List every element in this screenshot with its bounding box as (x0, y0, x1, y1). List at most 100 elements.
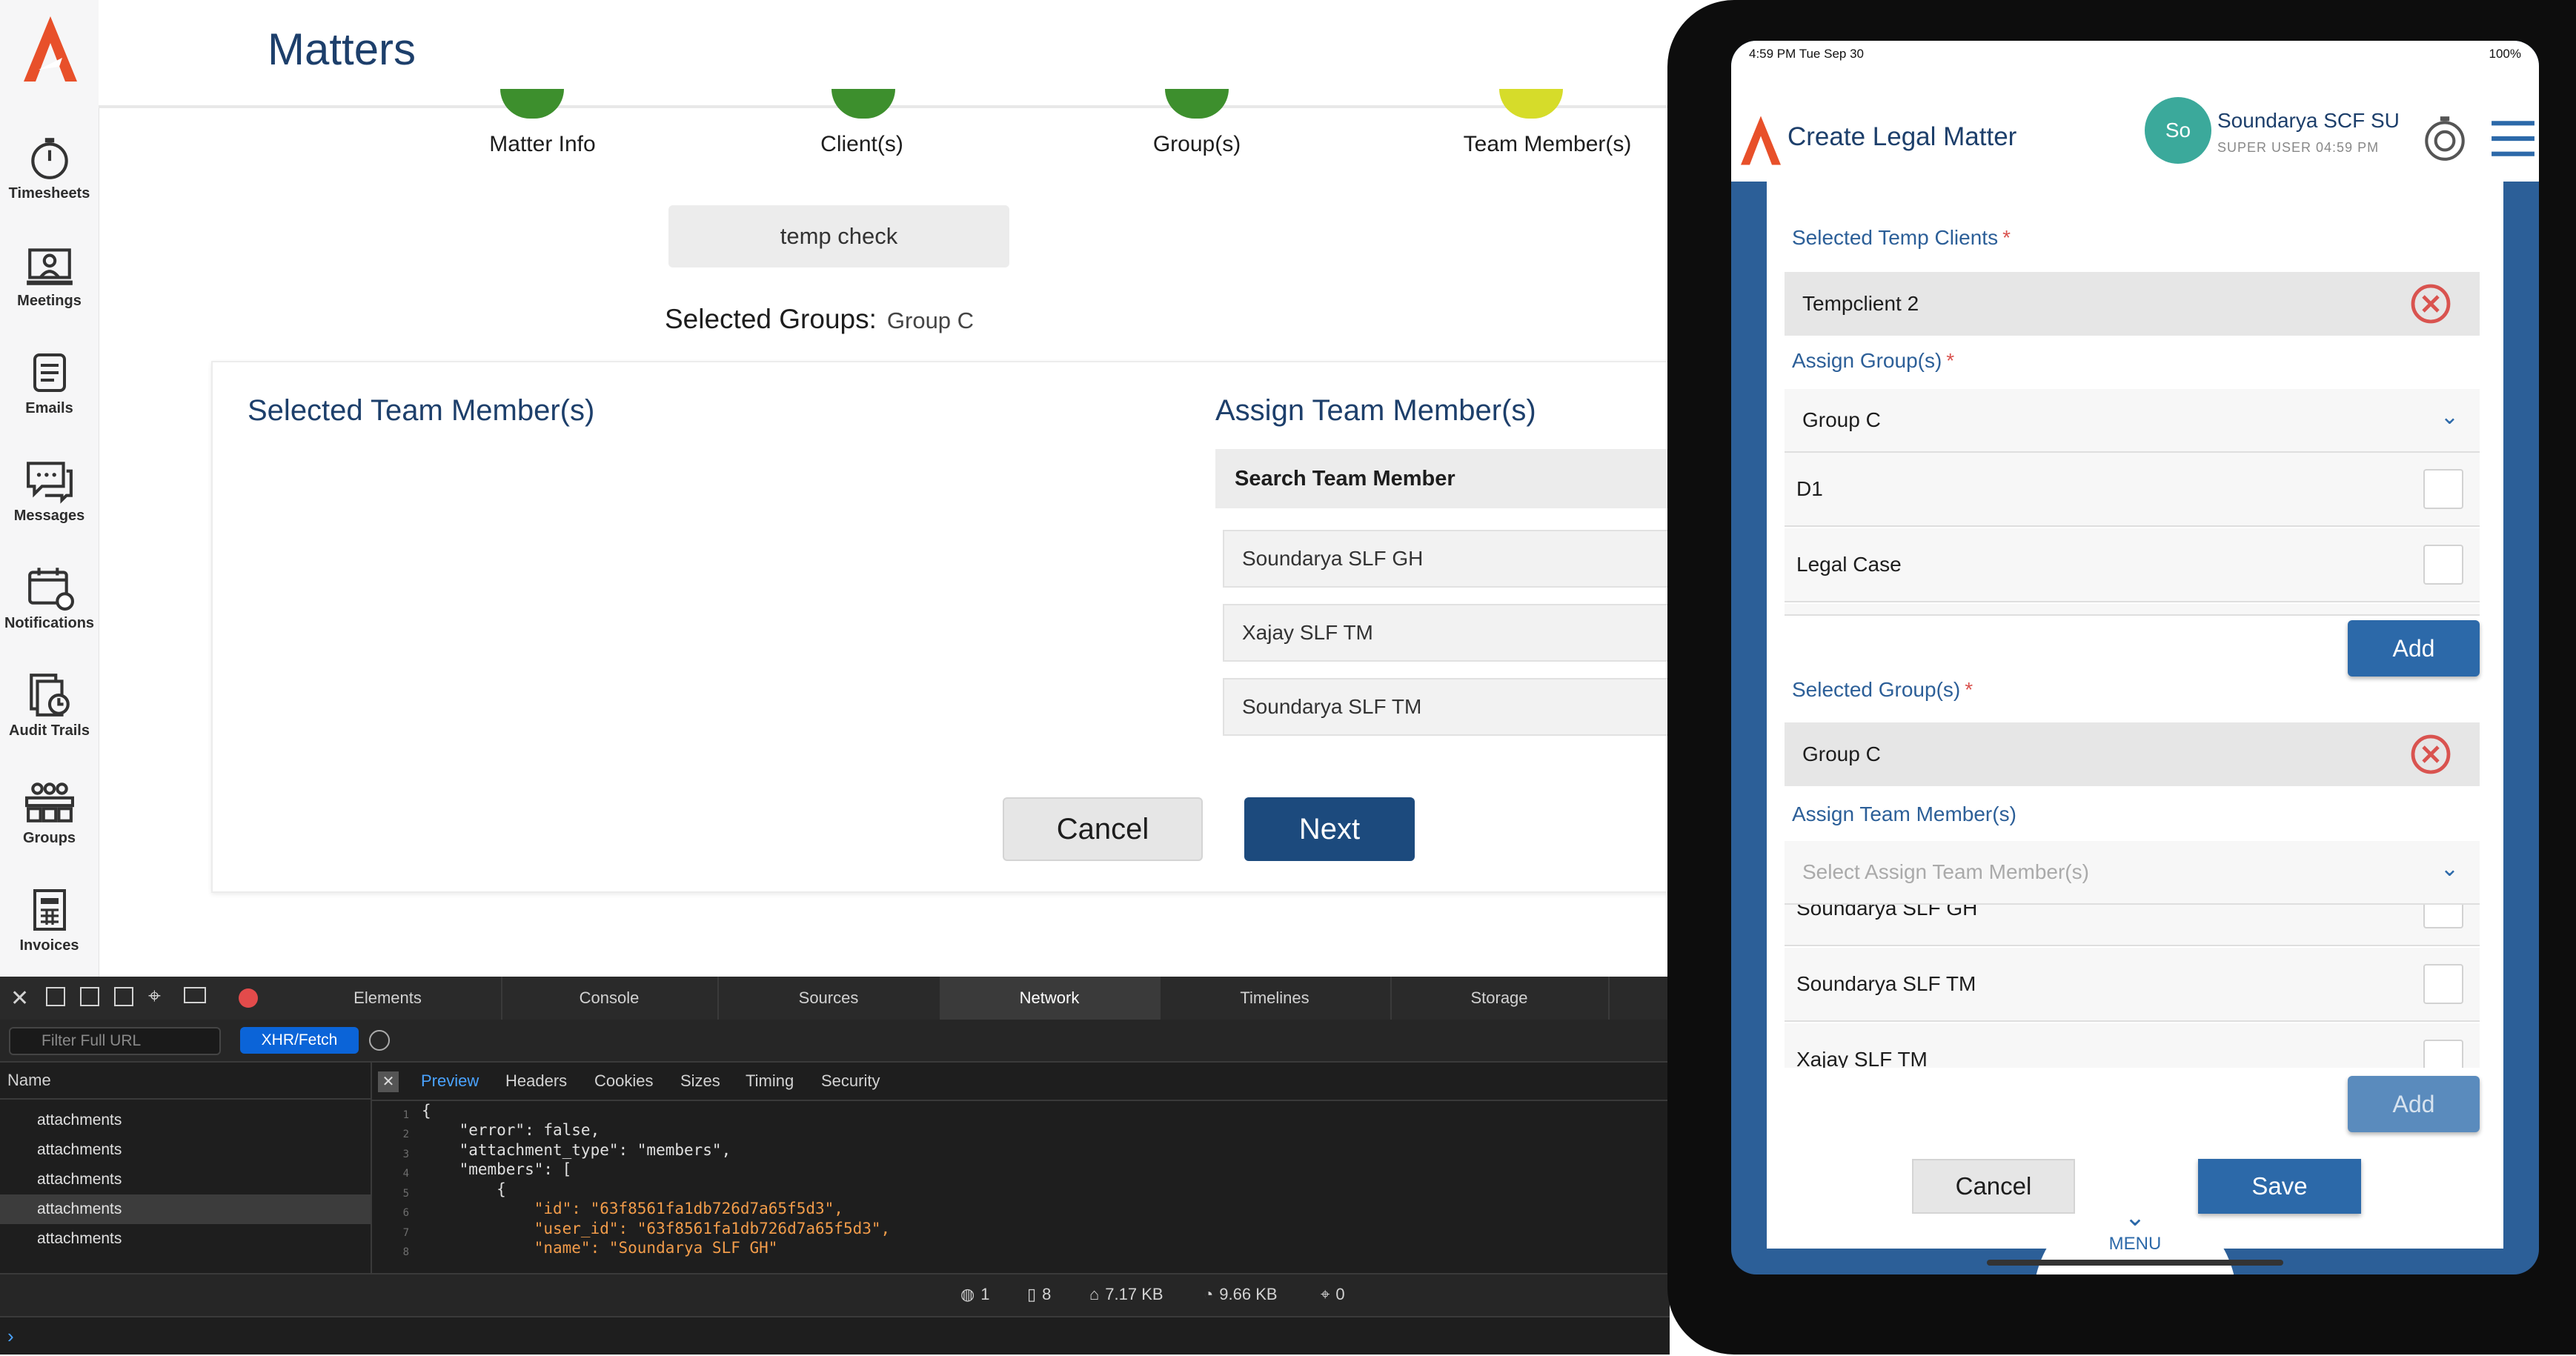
request-row[interactable]: attachments (0, 1106, 371, 1135)
team-dropdown[interactable]: Select Assign Team Member(s) ⌄ (1785, 841, 2480, 905)
team-option[interactable]: Xajay SLF TM (1785, 1023, 2480, 1068)
crosshair-icon[interactable]: ⌖ (148, 984, 161, 1009)
app-logo[interactable] (21, 13, 80, 87)
sidebar-item-label: Meetings (17, 293, 82, 309)
sidebar-item-label: Groups (22, 830, 76, 846)
selected-temp-clients-label: Selected Temp Clients * (1792, 226, 2011, 249)
home-indicator (1987, 1260, 2283, 1266)
team-member-option[interactable]: Soundarya SLF GH (1223, 530, 1675, 588)
tab-sources[interactable]: Sources (717, 977, 941, 1020)
checkbox[interactable] (2423, 469, 2463, 509)
sidebar-item-timesheets[interactable]: Timesheets (0, 133, 99, 202)
assign-groups-label: Assign Group(s) * (1792, 349, 1955, 372)
status-time: 4:59 PM Tue Sep 30 (1749, 47, 1864, 61)
tab-security[interactable]: Security (821, 1063, 880, 1100)
dock-bottom-icon[interactable] (80, 987, 99, 1006)
battery-level: 100% (2489, 47, 2521, 61)
code-line: "attachment_type": "members", (422, 1141, 731, 1159)
preview-tabbar: ✕ Preview Headers Cookies Sizes Timing S… (372, 1063, 1670, 1101)
tab-sizes[interactable]: Sizes (680, 1063, 720, 1100)
tab-elements[interactable]: Elements (274, 977, 502, 1020)
group-option-d1[interactable]: D1 (1785, 453, 2480, 527)
chevron-down-icon: ⌄ (2440, 405, 2459, 429)
hamburger-menu-icon[interactable] (2490, 118, 2536, 159)
sidebar-item-emails[interactable]: Emails (0, 348, 99, 417)
checkbox[interactable] (2423, 905, 2463, 928)
tab-preview[interactable]: Preview (421, 1063, 479, 1100)
console-prompt[interactable]: › (0, 1316, 1670, 1356)
checkbox[interactable] (2423, 545, 2463, 585)
team-option[interactable]: Soundarya SLF TM (1785, 948, 2480, 1022)
tab-network[interactable]: Network (940, 977, 1161, 1020)
remove-circle-icon[interactable] (2410, 734, 2451, 775)
tab-headers[interactable]: Headers (505, 1063, 567, 1100)
invoice-icon (33, 889, 66, 931)
checkbox[interactable] (2423, 964, 2463, 1004)
team-member-option[interactable]: Xajay SLF TM (1223, 604, 1675, 662)
transferred-size: ⌂ 7.17 KB (1089, 1285, 1163, 1303)
chevron-right-icon: › (7, 1325, 14, 1347)
audit-icon (29, 674, 70, 717)
cancel-button[interactable]: Cancel (1003, 797, 1203, 861)
tab-timelines[interactable]: Timelines (1159, 977, 1392, 1020)
app-logo-icon (1741, 116, 1781, 165)
ipad-header: 4:59 PM Tue Sep 30 100% Create Legal Mat… (1731, 41, 2539, 182)
dock-window-icon[interactable] (114, 987, 133, 1006)
response-preview: 1{ 2 "error": false, 3 "attachment_type"… (402, 1102, 891, 1258)
sidebar-item-notifications[interactable]: Notifications (0, 563, 99, 632)
tab-timing[interactable]: Timing (746, 1063, 794, 1100)
dock-left-icon[interactable] (46, 987, 65, 1006)
sidebar-item-label: Notifications (4, 615, 95, 631)
page-title: Matters (268, 24, 416, 74)
stopwatch-icon[interactable] (2420, 112, 2469, 164)
add-team-button[interactable]: Add (2348, 1076, 2480, 1132)
tab-storage[interactable]: Storage (1390, 977, 1610, 1020)
sidebar: Timesheets Meetings Emails Messages Noti… (0, 0, 99, 977)
sidebar-item-label: Timesheets (8, 185, 90, 202)
checkbox[interactable] (2423, 1040, 2463, 1068)
step-groups-indicator (1165, 89, 1229, 119)
messages-icon (26, 462, 73, 504)
device-icon[interactable] (184, 987, 206, 1003)
search-team-member-input[interactable]: Search Team Member (1215, 449, 1675, 508)
group-option-legal-case[interactable]: Legal Case (1785, 528, 2480, 602)
network-status-bar: ◍ 1 ▯ 8 ⌂ 7.17 KB ◔ 9.66 KB ⌖ 0 (0, 1273, 1670, 1316)
tab-cookies[interactable]: Cookies (594, 1063, 653, 1100)
request-row[interactable]: attachments (0, 1135, 371, 1165)
request-row[interactable]: attachments (0, 1224, 371, 1254)
avatar[interactable]: So (2145, 97, 2211, 164)
request-row[interactable]: attachments (0, 1165, 371, 1194)
team-member-option[interactable]: Soundarya SLF TM (1223, 678, 1675, 736)
step-clients[interactable]: Client(s) (820, 132, 903, 157)
filter-options-icon[interactable] (369, 1030, 390, 1051)
add-group-button[interactable]: Add (2348, 620, 2480, 677)
legal-matter-form: Selected Temp Clients * Tempclient 2 Assi… (1767, 182, 2503, 1249)
sidebar-item-groups[interactable]: Groups (0, 778, 99, 847)
devtools-panel: ✕ ⌖ Elements Console Sources Network Tim… (0, 977, 1670, 1355)
error-indicator-icon[interactable] (239, 988, 258, 1008)
weight-icon: ⌂ (1089, 1285, 1100, 1303)
sidebar-item-invoices[interactable]: Invoices (0, 885, 99, 954)
selected-temp-client: Tempclient 2 (1785, 272, 2480, 336)
step-matter-info[interactable]: Matter Info (489, 132, 595, 157)
filter-url-input[interactable]: Filter Full URL (9, 1027, 221, 1055)
load-time: ⌖ 0 (1321, 1285, 1345, 1303)
close-icon[interactable]: ✕ (10, 986, 29, 1011)
sidebar-item-audit-trails[interactable]: Audit Trails (0, 671, 99, 740)
xhr-fetch-filter[interactable]: XHR/Fetch (240, 1027, 359, 1054)
sidebar-item-messages[interactable]: Messages (0, 456, 99, 525)
next-button[interactable]: Next (1244, 797, 1415, 861)
menu-label: MENU (2108, 1234, 2162, 1254)
step-team-members[interactable]: Team Member(s) (1464, 132, 1632, 157)
team-option[interactable]: Soundarya SLF GH (1785, 905, 2480, 946)
close-preview-icon[interactable]: ✕ (378, 1071, 399, 1092)
step-groups[interactable]: Group(s) (1153, 132, 1241, 157)
name-column-header[interactable]: Name (0, 1063, 371, 1100)
request-row[interactable]: attachments (0, 1194, 371, 1224)
tab-console[interactable]: Console (501, 977, 719, 1020)
code-line: "members": [ (422, 1160, 572, 1178)
remove-circle-icon[interactable] (2410, 283, 2451, 325)
sidebar-item-meetings[interactable]: Meetings (0, 241, 99, 310)
group-dropdown[interactable]: Group C ⌄ (1785, 389, 2480, 453)
chevron-down-icon: ⌄ (2124, 1203, 2146, 1232)
